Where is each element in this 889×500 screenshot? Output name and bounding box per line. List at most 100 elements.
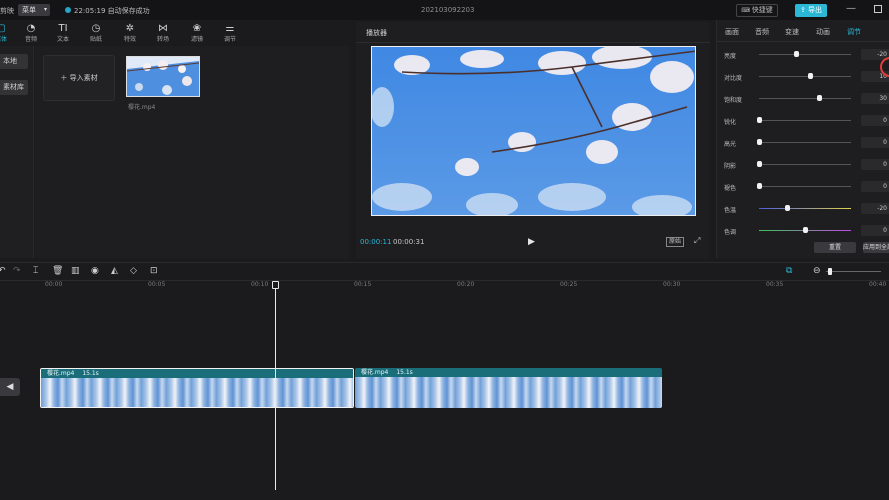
- adjust-value-input[interactable]: -20: [861, 203, 889, 214]
- adjust-icon: ⚌: [225, 23, 235, 34]
- link-icon[interactable]: ⧉: [786, 266, 792, 276]
- clip-header: 樱花.mp4 15.1s: [355, 368, 662, 377]
- clip-duration: 15.1s: [396, 369, 413, 376]
- export-label: 导出: [808, 6, 823, 14]
- tool-text[interactable]: TI 文本: [48, 20, 78, 46]
- adjust-slider[interactable]: [759, 208, 851, 209]
- adjust-slider[interactable]: [759, 120, 851, 121]
- minimize-icon[interactable]: —: [846, 3, 856, 14]
- transition-icon: ⋈: [158, 23, 168, 34]
- rotate-icon[interactable]: ◇: [130, 266, 137, 276]
- tool-label: 音频: [24, 36, 37, 43]
- sticker-icon: ◷: [91, 23, 101, 34]
- adjust-slider-thumb[interactable]: [807, 73, 813, 79]
- apply-to-all-button[interactable]: 应用到全部: [863, 242, 889, 253]
- tab-speed[interactable]: 变速: [785, 27, 799, 37]
- timeline-clip[interactable]: 樱花.mp4 15.1s: [355, 368, 662, 408]
- playhead[interactable]: [275, 283, 276, 490]
- redo-icon[interactable]: ↷: [13, 266, 21, 276]
- adjust-slider[interactable]: [759, 186, 851, 187]
- timeline-clip[interactable]: 樱花.mp4 15.1s: [40, 368, 354, 408]
- adjust-slider-thumb[interactable]: [757, 139, 762, 145]
- tab-adjust[interactable]: 调节: [847, 27, 861, 37]
- tool-effects[interactable]: ✲ 特效: [115, 20, 145, 46]
- tool-filter[interactable]: ❀ 滤镜: [182, 20, 212, 46]
- adjust-value-input[interactable]: 0: [861, 225, 889, 236]
- adjust-value-input[interactable]: 30: [861, 93, 889, 104]
- adjust-value-input[interactable]: 0: [861, 115, 889, 126]
- adjust-slider-thumb[interactable]: [757, 161, 762, 167]
- maximize-icon[interactable]: [874, 5, 882, 13]
- adjust-slider-thumb[interactable]: [816, 95, 822, 101]
- media-panel: ＋ 导入素材 樱花.mp4: [35, 46, 350, 258]
- media-file-name: 樱花.mp4: [128, 104, 156, 111]
- delete-icon[interactable]: 🗑: [52, 266, 63, 276]
- total-time: 00:00:31: [393, 238, 425, 246]
- playhead-handle[interactable]: [272, 281, 279, 289]
- adjust-slider[interactable]: [759, 98, 851, 99]
- tick-label: 00:35: [766, 281, 784, 288]
- adjust-slider-thumb[interactable]: [793, 51, 799, 57]
- adjust-value-input[interactable]: 0: [861, 159, 889, 170]
- nav-item-library[interactable]: 素材库: [0, 80, 28, 95]
- zoom-slider[interactable]: [826, 271, 881, 272]
- chevron-down-icon: ▾: [43, 6, 47, 13]
- adjust-value-input[interactable]: 0: [861, 137, 889, 148]
- tab-picture[interactable]: 画面: [725, 27, 739, 37]
- adjust-slider-thumb[interactable]: [757, 183, 762, 189]
- crop-icon[interactable]: ⊡: [150, 266, 158, 276]
- clip-duration: 15.1s: [82, 370, 99, 377]
- adjust-slider-thumb[interactable]: [803, 227, 808, 233]
- tool-label: 特效: [123, 36, 136, 43]
- tick-label: 00:40: [869, 281, 887, 288]
- tick-label: 00:05: [148, 281, 166, 288]
- divider: [356, 42, 710, 43]
- timeline-toolbar: ↶ ↷ ⌶ 🗑 ▥ ◉ ◭ ◇ ⊡ ⧉ ⊖: [0, 262, 889, 280]
- adjust-slider[interactable]: [759, 164, 851, 165]
- mirror-icon[interactable]: ◭: [111, 266, 118, 276]
- split-icon[interactable]: ⌶: [33, 266, 38, 276]
- reverse-icon[interactable]: ◉: [91, 266, 99, 276]
- adjust-value-input[interactable]: 0: [861, 181, 889, 192]
- tick-label: 00:30: [663, 281, 681, 288]
- tick-label: 00:25: [560, 281, 578, 288]
- play-icon[interactable]: ▶: [528, 237, 535, 247]
- zoom-out-icon[interactable]: ⊖: [813, 266, 821, 276]
- zoom-slider-thumb[interactable]: [828, 268, 832, 275]
- adjust-slider[interactable]: [759, 142, 851, 143]
- aspect-ratio-button[interactable]: 原始: [666, 237, 685, 247]
- export-icon: ⇪: [799, 6, 809, 14]
- app-label: 剪映: [0, 7, 14, 15]
- shortcut-button[interactable]: ⌨ 快捷键: [736, 4, 778, 17]
- adjust-slider[interactable]: [759, 54, 851, 55]
- adjust-slider[interactable]: [759, 76, 851, 77]
- adjust-slider-thumb[interactable]: [784, 205, 790, 211]
- freeze-icon[interactable]: ▥: [71, 266, 80, 276]
- adjust-slider-thumb[interactable]: [757, 117, 762, 123]
- track-mute-button[interactable]: ◀: [0, 378, 20, 396]
- media-thumbnail[interactable]: [126, 56, 200, 97]
- export-button[interactable]: ⇪ 导出: [795, 4, 827, 17]
- fullscreen-icon[interactable]: ⤢: [694, 236, 700, 246]
- reset-button[interactable]: 重置: [814, 242, 856, 253]
- timeline-ruler[interactable]: 00:00 00:05 00:10 00:15 00:20 00:25 00:3…: [0, 280, 889, 290]
- tab-audio[interactable]: 音频: [755, 27, 769, 37]
- undo-icon[interactable]: ↶: [0, 266, 6, 276]
- tool-adjust[interactable]: ⚌ 调节: [215, 20, 245, 46]
- nav-item-local[interactable]: 本地: [0, 54, 28, 69]
- clip-name: 樱花.mp4: [47, 370, 75, 377]
- inspector-panel: 画面 音频 变速 动画 调节 亮度 -20 对比度 10 饱和度 30 锐化 0 高光 0 阴影 0 褪…: [716, 20, 889, 258]
- tool-label: 文本: [56, 36, 69, 43]
- tool-audio[interactable]: ◔ 音频: [16, 20, 46, 46]
- tool-transition[interactable]: ⋈ 转场: [148, 20, 178, 46]
- player-title: 播放器: [366, 29, 387, 37]
- menu-button[interactable]: 菜单 ▾: [18, 4, 50, 16]
- video-preview[interactable]: [371, 46, 696, 216]
- tab-animation[interactable]: 动画: [816, 27, 830, 37]
- clip-header: 樱花.mp4 15.1s: [41, 369, 353, 378]
- adjust-label: 锐化: [724, 119, 737, 126]
- tool-sticker[interactable]: ◷ 贴纸: [81, 20, 111, 46]
- import-media-button[interactable]: ＋ 导入素材: [43, 55, 115, 101]
- tool-media[interactable]: ▢ 媒体: [0, 20, 16, 46]
- media-source-nav: 本地 素材库: [0, 46, 34, 258]
